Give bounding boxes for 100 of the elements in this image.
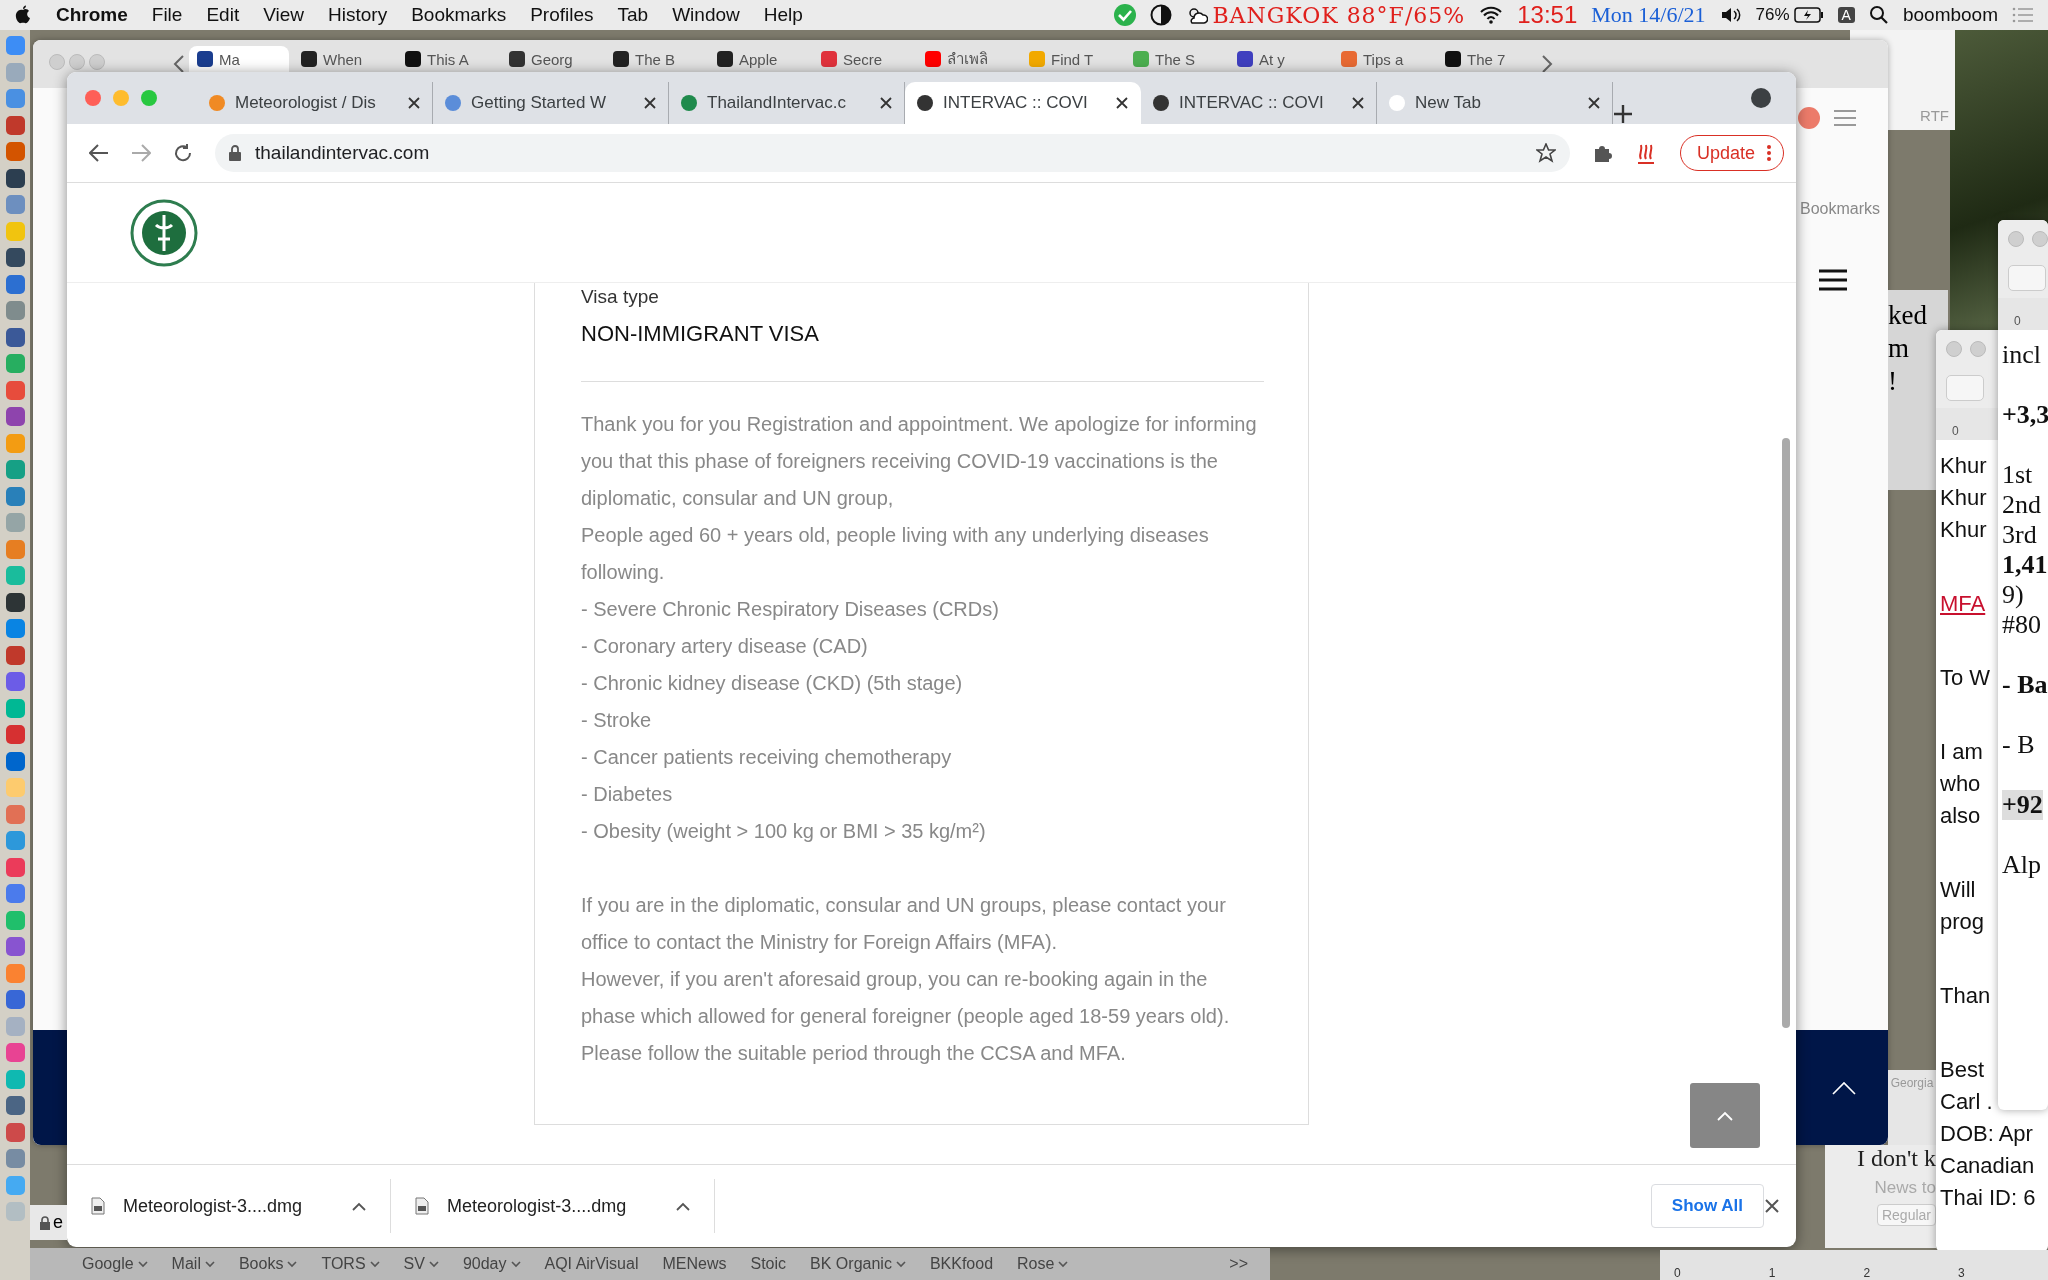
bookmark-item[interactable]: AQI AirVisual bbox=[544, 1255, 639, 1273]
show-all-button[interactable]: Show All bbox=[1650, 1184, 1764, 1228]
window-control[interactable] bbox=[89, 54, 105, 70]
browser-tab[interactable]: Find T bbox=[1021, 46, 1121, 72]
browser-tab[interactable]: Tips a bbox=[1333, 46, 1433, 72]
bookmark-item[interactable]: Rose bbox=[1017, 1255, 1069, 1273]
bookmark-item[interactable]: Google bbox=[82, 1255, 148, 1273]
chevron-left-icon[interactable] bbox=[173, 54, 185, 74]
browser-tab[interactable]: Getting Started W bbox=[433, 82, 669, 124]
browser-tab[interactable]: The 7 bbox=[1437, 46, 1537, 72]
bookmark-item[interactable]: TORS bbox=[321, 1255, 380, 1273]
close-icon[interactable] bbox=[644, 97, 656, 109]
browser-tab[interactable]: INTERVAC :: COVI bbox=[905, 82, 1141, 124]
close-icon[interactable] bbox=[880, 97, 892, 109]
address-bar[interactable]: thailandintervac.com bbox=[215, 134, 1570, 172]
menu-item[interactable]: Edit bbox=[206, 4, 240, 26]
chevron-right-icon[interactable] bbox=[1541, 54, 1553, 74]
chevron-up-icon[interactable] bbox=[676, 1201, 691, 1211]
app-icon[interactable] bbox=[5, 327, 25, 347]
close-icon[interactable] bbox=[1116, 97, 1128, 109]
menu-item[interactable]: Bookmarks bbox=[411, 4, 507, 26]
browser-tab[interactable]: Secre bbox=[813, 46, 913, 72]
browser-tab[interactable]: Apple bbox=[709, 46, 809, 72]
browser-tab[interactable]: The B bbox=[605, 46, 705, 72]
check-icon[interactable] bbox=[1114, 4, 1137, 26]
close-icon[interactable] bbox=[1352, 97, 1364, 109]
search-icon[interactable] bbox=[1868, 5, 1889, 25]
volume-icon[interactable] bbox=[1719, 6, 1742, 24]
app-icon[interactable] bbox=[5, 115, 25, 135]
bookmark-item[interactable]: BK Organic bbox=[810, 1255, 906, 1273]
browser-tab[interactable]: ลำเพลิ bbox=[917, 46, 1017, 72]
update-button[interactable]: Update bbox=[1679, 135, 1784, 171]
app-icon[interactable] bbox=[5, 1096, 25, 1115]
weather-icon[interactable] bbox=[1186, 5, 1209, 25]
chevron-up-icon[interactable] bbox=[352, 1201, 367, 1211]
emblem-logo[interactable] bbox=[130, 198, 198, 267]
plus-icon[interactable] bbox=[1613, 104, 1633, 124]
bookmark-item[interactable]: BKKfood bbox=[929, 1255, 994, 1273]
close-window-button[interactable] bbox=[85, 90, 101, 106]
browser-tab[interactable]: INTERVAC :: COVI bbox=[1141, 82, 1377, 124]
bookmark-item[interactable]: 90day bbox=[462, 1255, 521, 1273]
apple-icon[interactable] bbox=[14, 5, 32, 25]
window-control[interactable] bbox=[1970, 341, 1986, 357]
paragraph-style-dropdown[interactable] bbox=[2008, 265, 2046, 291]
window-control[interactable] bbox=[49, 54, 65, 70]
scrollbar-thumb[interactable] bbox=[1782, 438, 1790, 1028]
wifi-icon[interactable] bbox=[1479, 6, 1504, 24]
bookmark-item[interactable]: Mail bbox=[171, 1255, 215, 1273]
forward-icon[interactable] bbox=[131, 144, 151, 162]
menu-item[interactable]: Help bbox=[763, 4, 803, 26]
bookmark-item[interactable]: SV bbox=[403, 1255, 439, 1273]
browser-tab[interactable]: The S bbox=[1125, 46, 1225, 72]
window-control[interactable] bbox=[1946, 341, 1962, 357]
browser-tab[interactable]: Meteorologist / Dis bbox=[197, 82, 433, 124]
browser-tab[interactable]: Georg bbox=[501, 46, 601, 72]
close-icon[interactable] bbox=[1588, 97, 1600, 109]
input-source[interactable]: A bbox=[1837, 7, 1855, 23]
clock-time[interactable]: 13:51 bbox=[1517, 1, 1578, 29]
bookmark-item[interactable]: MENews bbox=[662, 1255, 727, 1273]
browser-tab[interactable]: At y bbox=[1229, 46, 1329, 72]
menu-item[interactable]: Profiles bbox=[530, 4, 594, 26]
window-control[interactable] bbox=[2008, 231, 2024, 247]
browser-tab[interactable]: Ma bbox=[189, 46, 289, 72]
bookmark-item[interactable]: Stoic bbox=[750, 1255, 787, 1273]
menu-item[interactable]: History bbox=[328, 4, 388, 26]
menu-item[interactable]: Tab bbox=[617, 4, 649, 26]
app-menu[interactable]: Chrome bbox=[56, 4, 128, 26]
app-icon[interactable] bbox=[5, 592, 25, 612]
menu-icon[interactable] bbox=[1818, 268, 1848, 293]
window-control[interactable] bbox=[2032, 231, 2048, 247]
app-icon[interactable] bbox=[5, 248, 25, 267]
close-icon[interactable] bbox=[408, 97, 420, 109]
menu-item[interactable]: Window bbox=[672, 4, 740, 26]
user-name[interactable]: boomboom bbox=[1902, 4, 1998, 26]
zoom-window-button[interactable] bbox=[141, 90, 157, 106]
menu-item[interactable]: File bbox=[151, 4, 183, 26]
menu-item[interactable]: View bbox=[263, 4, 304, 26]
paragraph-style-dropdown[interactable] bbox=[1946, 375, 1984, 401]
bookmark-item[interactable]: Books bbox=[238, 1255, 298, 1273]
app-icon[interactable] bbox=[5, 407, 25, 426]
extension-icon[interactable] bbox=[1798, 107, 1820, 129]
download-item[interactable]: Meteorologist-3....dmg bbox=[391, 1179, 716, 1233]
app-icon[interactable] bbox=[5, 645, 25, 665]
weather-reading[interactable]: BANGKOK 88°F/65% bbox=[1212, 2, 1466, 28]
browser-tab[interactable]: New Tab bbox=[1377, 82, 1613, 124]
tab-search-button[interactable] bbox=[1751, 88, 1771, 108]
half-circle-icon[interactable] bbox=[1150, 4, 1173, 26]
battery-percentage[interactable]: 76% bbox=[1755, 5, 1790, 25]
back-icon[interactable] bbox=[89, 144, 109, 162]
bookmarks-overflow[interactable]: >> bbox=[1229, 1255, 1248, 1273]
reload-icon[interactable] bbox=[173, 143, 193, 163]
close-icon[interactable] bbox=[1764, 1198, 1780, 1214]
app-icon[interactable] bbox=[5, 168, 25, 188]
battery-icon[interactable] bbox=[1793, 7, 1824, 23]
app-icon[interactable] bbox=[5, 751, 25, 771]
browser-tab[interactable]: This A bbox=[397, 46, 497, 72]
browser-tab[interactable]: When bbox=[293, 46, 393, 72]
star-icon[interactable] bbox=[1535, 143, 1556, 163]
download-item[interactable]: Meteorologist-3....dmg bbox=[67, 1179, 392, 1233]
list-icon[interactable] bbox=[2012, 7, 2034, 23]
